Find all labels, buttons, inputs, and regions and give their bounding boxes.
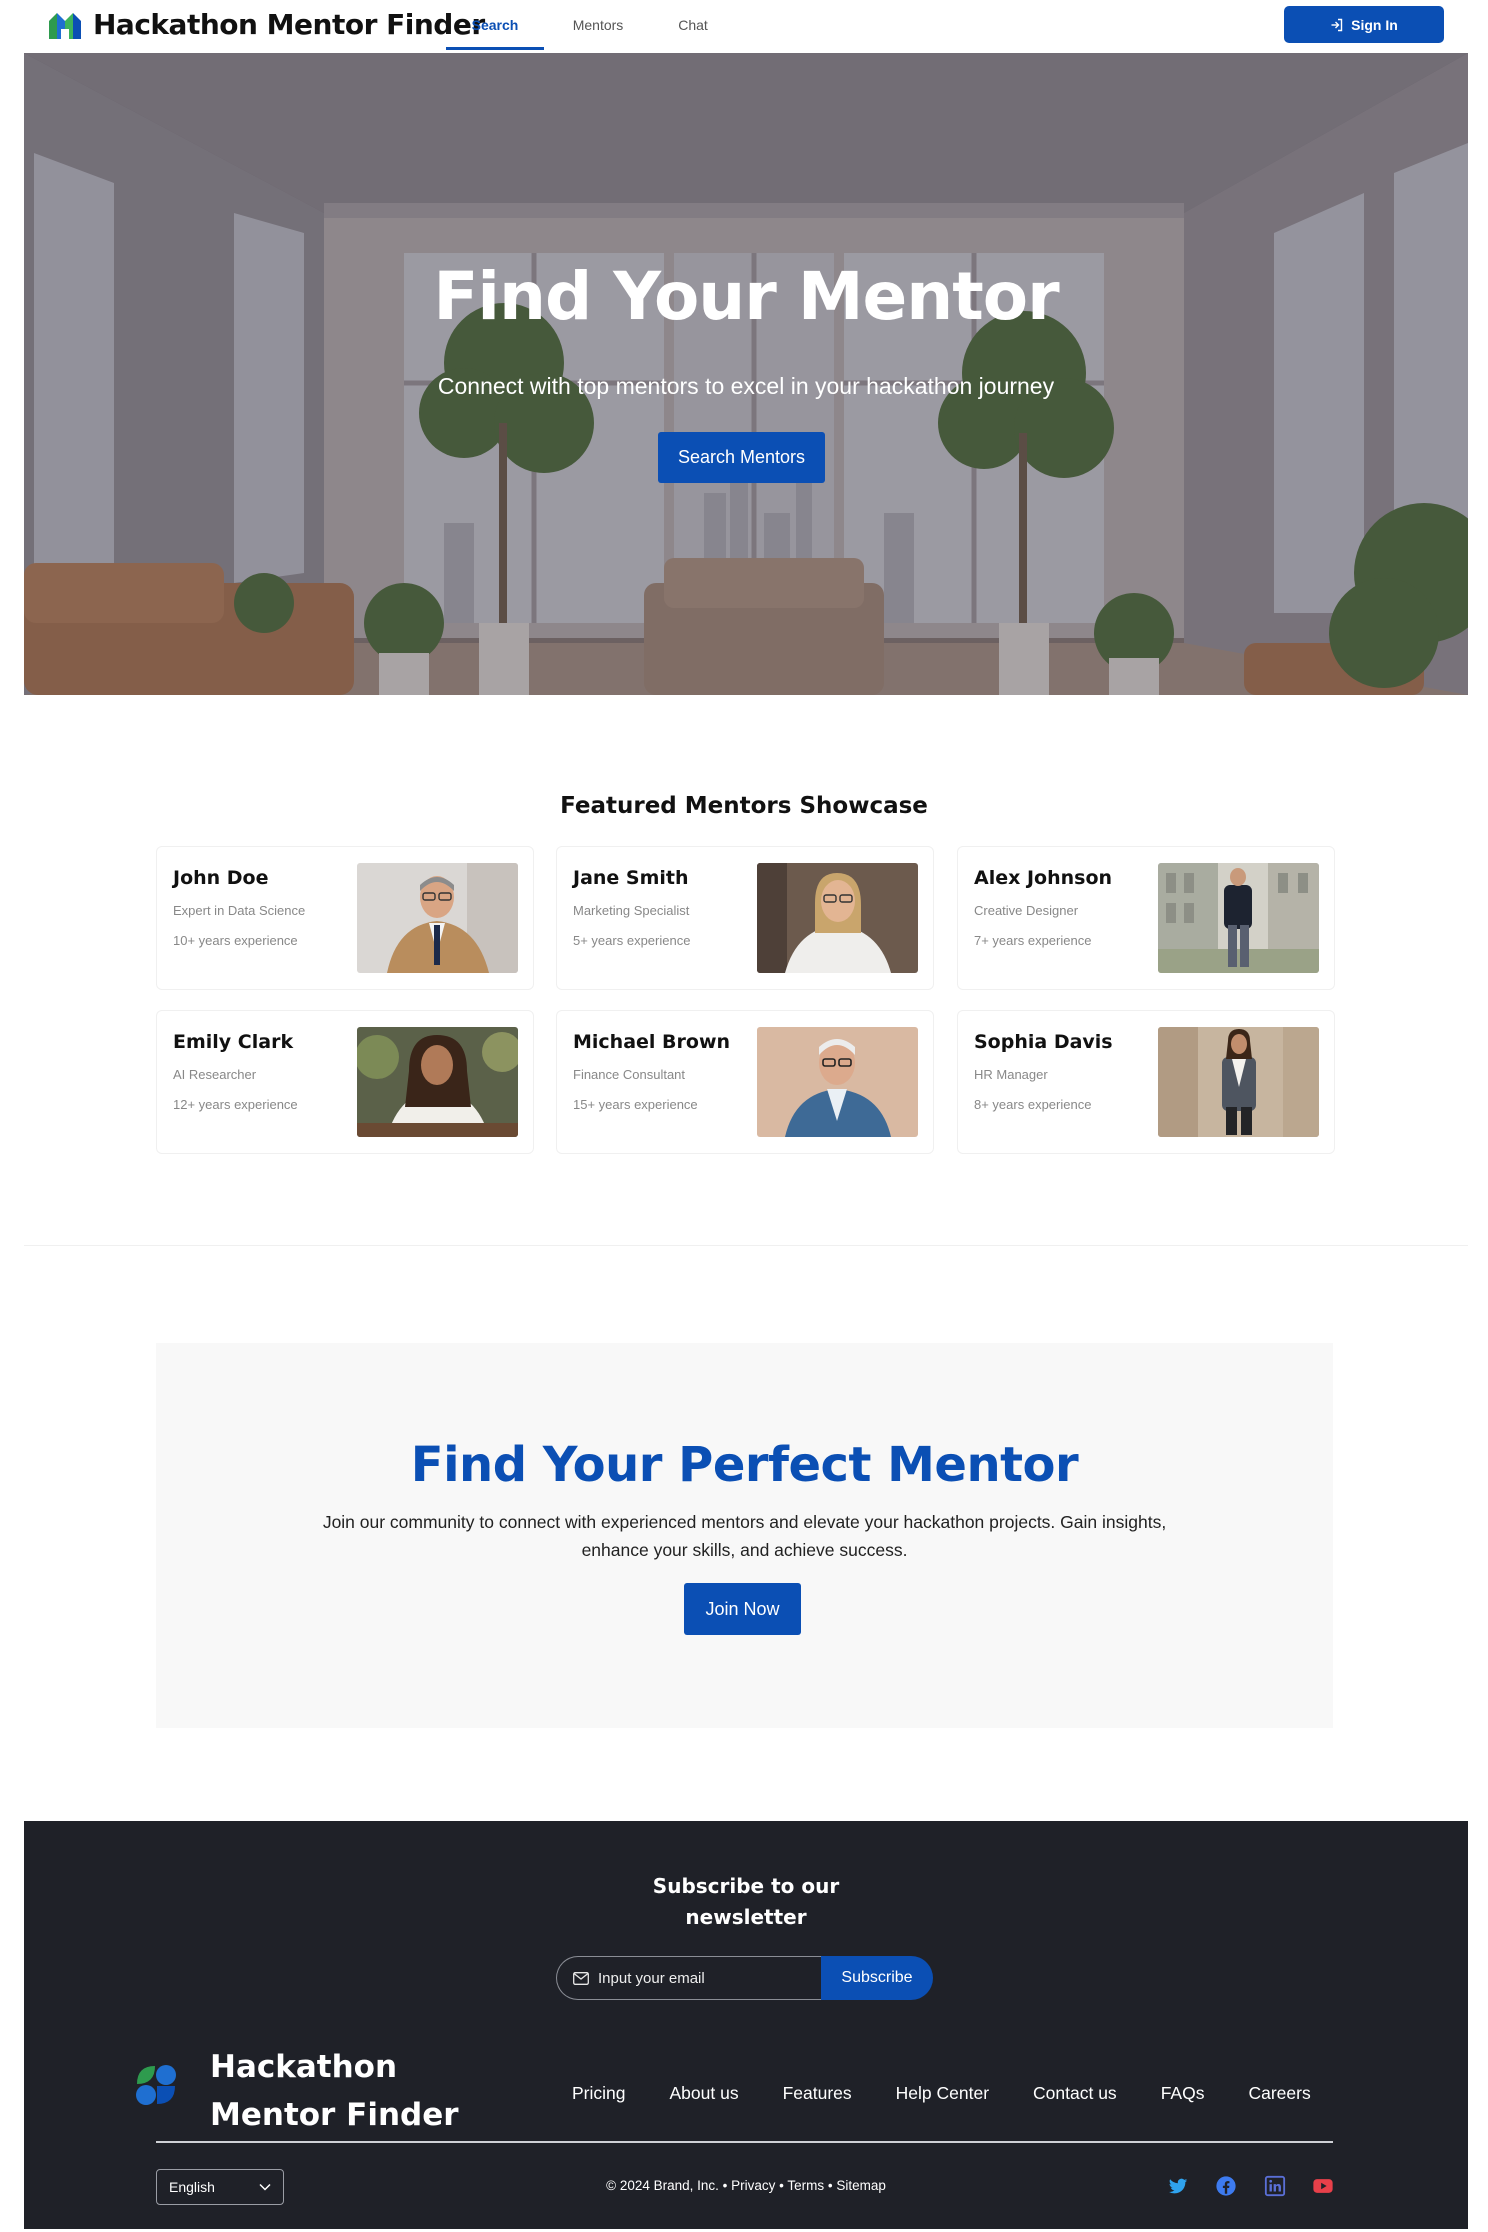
mentor-name: Jane Smith [573, 867, 689, 889]
featured-section-title: Featured Mentors Showcase [560, 793, 928, 819]
footer-logo-icon [136, 2065, 176, 2105]
footer: Subscribe to our newsletter Input your e… [24, 1821, 1468, 2229]
email-placeholder: Input your email [598, 1969, 705, 1987]
tab-chat[interactable]: Chat [660, 0, 726, 50]
footer-link-about-us[interactable]: About us [670, 2083, 739, 2104]
mentor-card-sophia-davis[interactable]: Sophia Davis HR Manager 8+ years experie… [957, 1010, 1335, 1154]
search-mentors-button[interactable]: Search Mentors [658, 432, 825, 483]
mentor-role: HR Manager [974, 1067, 1048, 1082]
cta-title: Find Your Perfect Mentor [410, 1437, 1079, 1493]
mentor-role: Marketing Specialist [573, 903, 690, 918]
email-input[interactable]: Input your email [556, 1956, 821, 2000]
top-navigation-bar: Hackathon Mentor Finder Search Mentors C… [0, 0, 1488, 52]
tab-mentors[interactable]: Mentors [555, 0, 641, 50]
join-now-button[interactable]: Join Now [684, 1583, 801, 1635]
cta-description: Join our community to connect with exper… [322, 1512, 1167, 1560]
hero-subtitle: Connect with top mentors to excel in you… [437, 373, 1055, 399]
footer-divider [156, 2141, 1333, 2143]
mentor-experience: 8+ years experience [974, 1097, 1092, 1112]
mentor-name: John Doe [173, 867, 269, 889]
sign-in-icon [1331, 18, 1343, 31]
mentor-photo [757, 1027, 918, 1137]
mentor-card-john-doe[interactable]: John Doe Expert in Data Science 10+ year… [156, 846, 534, 990]
logo-icon [49, 13, 81, 39]
youtube-icon[interactable] [1312, 2175, 1334, 2197]
footer-link-faqs[interactable]: FAQs [1161, 2083, 1205, 2104]
cta-section: Find Your Perfect Mentor Join our commun… [156, 1343, 1333, 1728]
mentor-card-jane-smith[interactable]: Jane Smith Marketing Specialist 5+ years… [556, 846, 934, 990]
sign-in-button[interactable]: Sign In [1284, 6, 1444, 43]
newsletter-title-line-2: newsletter [685, 1905, 807, 1929]
mentor-photo [357, 863, 518, 973]
mentor-role: AI Researcher [173, 1067, 257, 1082]
newsletter-title-line-1: Subscribe to our [652, 1874, 840, 1898]
mentor-name: Emily Clark [173, 1031, 294, 1053]
hero-banner: Find Your Mentor Connect with top mentor… [24, 53, 1468, 695]
mentor-experience: 7+ years experience [974, 933, 1092, 948]
subscribe-button[interactable]: Subscribe [821, 1956, 933, 2000]
mentor-card-emily-clark[interactable]: Emily Clark AI Researcher 12+ years expe… [156, 1010, 534, 1154]
mentor-experience: 10+ years experience [173, 933, 298, 948]
facebook-icon[interactable] [1215, 2175, 1237, 2197]
footer-link-pricing[interactable]: Pricing [572, 2083, 626, 2104]
copyright-text: © 2024 Brand, Inc. • Privacy • Terms • S… [606, 2178, 886, 2193]
mentor-experience: 12+ years experience [173, 1097, 298, 1112]
linkedin-icon[interactable] [1264, 2175, 1286, 2197]
mentor-photo [1158, 1027, 1319, 1137]
footer-link-contact-us[interactable]: Contact us [1033, 2083, 1117, 2104]
mentor-photo [1158, 863, 1319, 973]
mentor-card-michael-brown[interactable]: Michael Brown Finance Consultant 15+ yea… [556, 1010, 934, 1154]
footer-links: Pricing About us Features Help Center Co… [572, 2083, 1311, 2104]
hero-title: Find Your Mentor [433, 258, 1059, 335]
footer-link-features[interactable]: Features [783, 2083, 852, 2104]
mentor-role: Finance Consultant [573, 1067, 686, 1082]
footer-brand-name[interactable]: Hackathon Mentor Finder [210, 2043, 530, 2139]
mentor-card-alex-johnson[interactable]: Alex Johnson Creative Designer 7+ years … [957, 846, 1335, 990]
mentor-experience: 5+ years experience [573, 933, 691, 948]
tab-search[interactable]: Search [446, 0, 544, 50]
mentor-role: Creative Designer [974, 903, 1079, 918]
mentor-experience: 15+ years experience [573, 1097, 698, 1112]
mentor-role: Expert in Data Science [173, 903, 306, 918]
footer-link-careers[interactable]: Careers [1248, 2083, 1310, 2104]
brand-name[interactable]: Hackathon Mentor Finder [93, 6, 485, 44]
mentor-photo [757, 863, 918, 973]
newsletter-form: Input your email Subscribe [556, 1956, 933, 2000]
twitter-icon[interactable] [1167, 2175, 1189, 2197]
footer-link-help-center[interactable]: Help Center [896, 2083, 989, 2104]
newsletter-title: Subscribe to our newsletter [24, 1871, 1468, 1933]
sign-in-label: Sign In [1351, 16, 1398, 33]
mail-icon [573, 1971, 589, 1985]
section-divider [24, 1245, 1468, 1246]
mentor-name: Alex Johnson [974, 867, 1113, 889]
mentor-name: Sophia Davis [974, 1031, 1113, 1053]
mentor-name: Michael Brown [573, 1031, 731, 1053]
mentor-photo [357, 1027, 518, 1137]
